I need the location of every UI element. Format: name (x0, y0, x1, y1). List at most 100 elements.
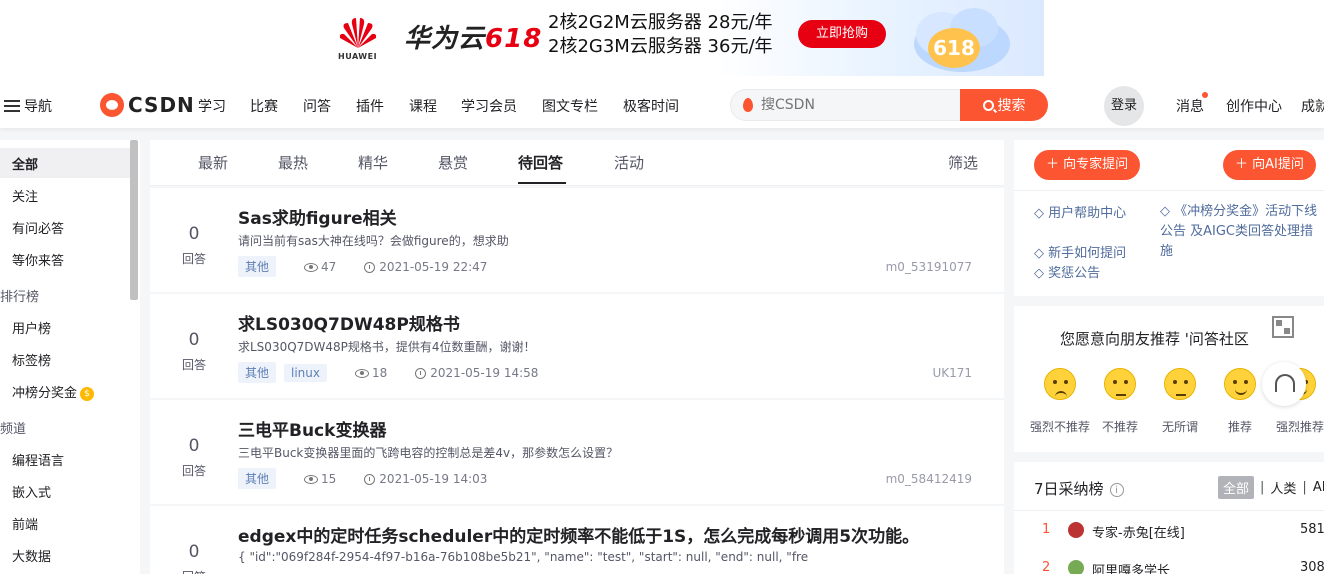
ad-banner-area: HUAWEI 华为云618 2核2G2M云服务器 28元/年 2核2G3M云服务… (0, 0, 1324, 82)
neutral-emoji-icon[interactable] (1164, 368, 1196, 400)
divider (1014, 510, 1324, 511)
question-author[interactable]: UK171 (932, 366, 972, 380)
question-description: 请问当前有sas大神在线吗？会做figure的，想求助 (238, 234, 509, 248)
question-title[interactable]: 三电平Buck变换器 (238, 416, 386, 441)
nav-link-plugins[interactable]: 插件 (356, 96, 384, 116)
question-tag[interactable]: linux (284, 363, 327, 382)
nav-link-courses[interactable]: 课程 (409, 96, 437, 116)
very-unlikely-emoji-icon[interactable] (1044, 368, 1076, 400)
question-tag[interactable]: 其他 (238, 468, 277, 489)
search-icon (982, 99, 994, 111)
sidebar-item-user-rank[interactable]: 用户榜 (12, 318, 51, 337)
ask-ai-button[interactable]: ＋ 向AI提问 (1223, 150, 1316, 180)
filter-human[interactable]: 人类 (1270, 478, 1296, 497)
recommend-panel: 您愿意向朋友推荐 '问答社区 强烈不推荐 不推荐 无所谓 推荐 强烈推荐 (1014, 306, 1324, 452)
sidebar-item-all[interactable]: 全部 (12, 154, 38, 173)
csdn-logo[interactable]: CSDN (100, 93, 195, 117)
question-card[interactable]: 0 回答 三电平Buck变换器 三电平Buck变换器里面的飞跨电容的控制总是差4… (150, 400, 1004, 504)
question-author[interactable]: m0_58412419 (886, 472, 972, 486)
question-description: 三电平Buck变换器里面的飞跨电容的控制总是差4v，那参数怎么设置？ (238, 446, 619, 460)
huawei-logo-icon (339, 18, 377, 48)
info-icon[interactable]: i (1109, 482, 1124, 497)
tab-bounty[interactable]: 悬赏 (438, 152, 468, 173)
eye-icon (304, 262, 319, 272)
time-value: 2021-05-19 22:47 (379, 259, 488, 274)
huawei-cloud-ad[interactable]: HUAWEI 华为云618 2核2G2M云服务器 28元/年 2核2G3M云服务… (316, 0, 1044, 76)
nav-messages[interactable]: 消息 (1176, 96, 1204, 116)
logo-text: CSDN (128, 93, 195, 117)
sidebar-item-following[interactable]: 关注 (12, 186, 38, 205)
nav-menu-button[interactable]: 导航 (4, 96, 52, 116)
question-author[interactable]: m0_53191077 (886, 260, 972, 274)
filter-all[interactable]: 全部 (1218, 476, 1255, 499)
clock-icon (364, 261, 376, 273)
filter-ai[interactable]: AI (1313, 480, 1324, 495)
tab-latest[interactable]: 最新 (198, 152, 228, 173)
help-link-label: 新手如何提问 (1048, 246, 1127, 261)
tab-hottest[interactable]: 最热 (278, 152, 308, 173)
nav-link-qa[interactable]: 问答 (303, 96, 331, 116)
help-link[interactable]: ◇ 奖惩公告 (1034, 262, 1100, 281)
tab-activity[interactable]: 活动 (614, 152, 644, 173)
question-card[interactable]: 0 回答 求LS030Q7DW48P规格书 求LS030Q7DW48P规格书，提… (150, 294, 1004, 398)
answer-count-label: 回答 (180, 568, 208, 574)
tab-featured[interactable]: 精华 (358, 152, 388, 173)
help-link-label: 用户帮助中心 (1048, 206, 1127, 221)
sidebar-item-frontend[interactable]: 前端 (12, 514, 38, 533)
search-input[interactable] (761, 90, 951, 120)
time-value: 2021-05-19 14:58 (430, 365, 539, 380)
likely-emoji-icon[interactable] (1224, 368, 1256, 400)
sidebar-item-programming[interactable]: 编程语言 (12, 450, 64, 469)
view-count: 47 (321, 259, 337, 274)
customer-service-icon[interactable] (1262, 362, 1306, 406)
question-title[interactable]: Sas求助figure相关 (238, 204, 397, 229)
question-card[interactable]: 0 回答 Sas求助figure相关 请问当前有sas大神在线吗？会做figur… (150, 188, 1004, 292)
sidebar-item-must-answer[interactable]: 有问必答 (12, 218, 64, 237)
sidebar-item-bigdata[interactable]: 大数据 (12, 546, 51, 565)
login-button[interactable]: 登录 (1104, 86, 1144, 126)
views: 15 (304, 472, 336, 486)
question-tag[interactable]: 其他 (238, 362, 277, 383)
recommend-title: 您愿意向朋友推荐 '问答社区 (1060, 330, 1249, 348)
ask-panel: ＋ 向专家提问 ＋ 向AI提问 ◇ 用户帮助中心 ◇ 《冲榜分奖金》活动下线公告… (1014, 140, 1324, 296)
question-title[interactable]: 求LS030Q7DW48P规格书 (238, 310, 460, 335)
sidebar-group-channels: 频道 (0, 422, 27, 437)
sidebar-scrollbar[interactable] (130, 140, 138, 300)
answer-count-label: 回答 (181, 358, 206, 372)
huawei-brand-text: HUAWEI (338, 52, 378, 61)
answer-count-label: 回答 (181, 252, 206, 266)
sidebar-item-bonus[interactable]: 冲榜分奖金 $ (12, 382, 95, 401)
nav-link-columns[interactable]: 图文专栏 (542, 96, 598, 116)
sidebar-item-bonus-label: 冲榜分奖金 (12, 386, 78, 401)
sidebar-item-embedded[interactable]: 嵌入式 (12, 482, 51, 501)
emoji-label: 强烈不推荐 (1030, 420, 1091, 434)
ask-expert-button[interactable]: ＋ 向专家提问 (1034, 150, 1141, 180)
eye-icon (355, 368, 369, 378)
question-tag[interactable]: 其他 (238, 256, 277, 277)
question-card[interactable]: 0 回答 edgex中的定时任务scheduler中的定时频率不能低于1S，怎么… (150, 506, 1004, 574)
nav-creator-center[interactable]: 创作中心 (1226, 96, 1282, 116)
help-link[interactable]: ◇ 《冲榜分奖金》活动下线公告 及AIGC类回答处理措施 (1160, 202, 1324, 262)
nav-achievements[interactable]: 成就 (1301, 96, 1324, 116)
nav-link-geektime[interactable]: 极客时间 (623, 96, 679, 116)
help-link[interactable]: ◇ 用户帮助中心 (1034, 202, 1126, 221)
sidebar-item-waiting[interactable]: 等你来答 (12, 250, 64, 269)
nav-menu-label: 导航 (24, 99, 52, 115)
help-link[interactable]: ◇ 新手如何提问 (1034, 242, 1126, 261)
tab-unanswered[interactable]: 待回答 (518, 152, 563, 173)
help-link-label: 奖惩公告 (1048, 266, 1101, 281)
question-meta: 其他 15 2021-05-19 14:03 (238, 468, 487, 489)
filter-button[interactable]: 筛选 (948, 152, 978, 173)
unlikely-emoji-icon[interactable] (1104, 368, 1136, 400)
sidebar-item-tag-rank[interactable]: 标签榜 (12, 350, 51, 369)
ad-buy-button[interactable]: 立即抢购 (798, 20, 886, 48)
ad-line-2: 2核2G3M云服务器 36元/年 (548, 36, 773, 57)
nav-link-learn[interactable]: 学习 (198, 96, 226, 116)
qr-code-icon[interactable] (1272, 316, 1294, 338)
nav-link-contest[interactable]: 比赛 (250, 96, 278, 116)
search-button[interactable]: 搜索 (960, 89, 1048, 121)
view-count: 15 (321, 471, 337, 486)
question-title[interactable]: edgex中的定时任务scheduler中的定时频率不能低于1S，怎么完成每秒调… (238, 522, 919, 547)
question-meta: 其他 47 2021-05-19 22:47 (238, 256, 487, 277)
nav-link-membership[interactable]: 学习会员 (461, 96, 517, 116)
